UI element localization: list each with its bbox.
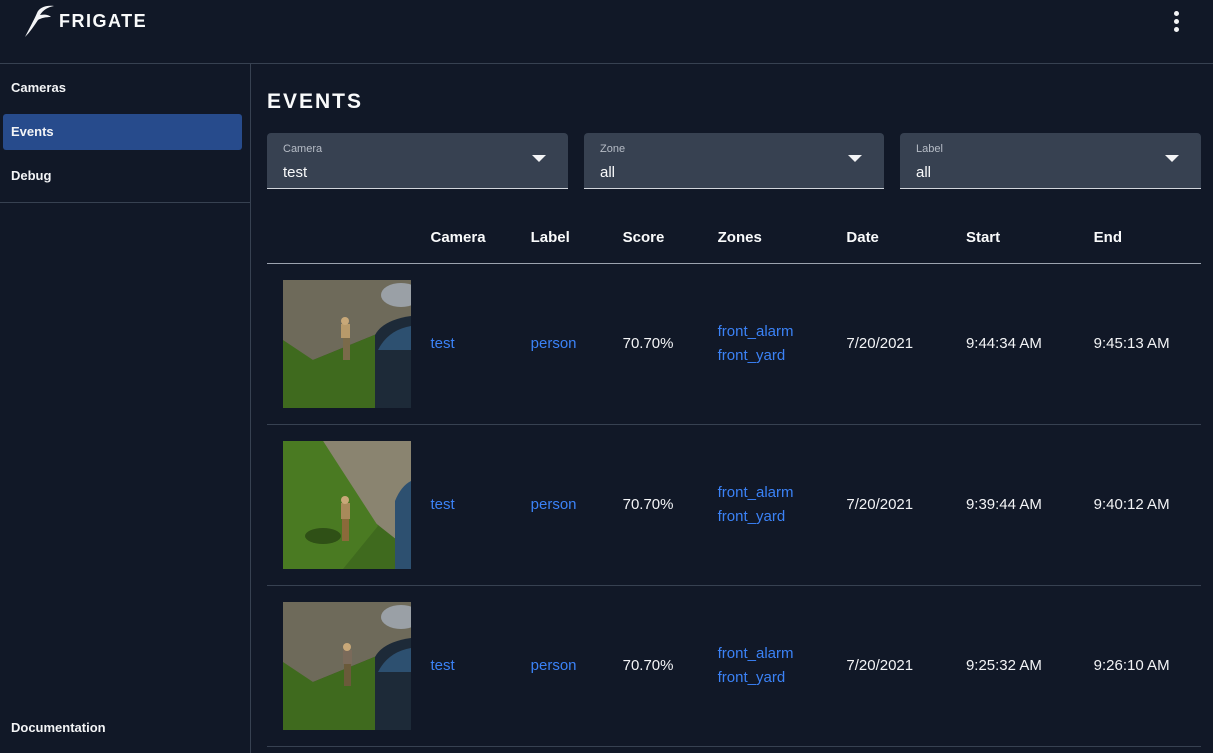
sidebar-divider	[0, 202, 250, 203]
column-header-end: End	[1093, 212, 1201, 264]
column-header-score: Score	[622, 212, 718, 264]
chevron-down-icon	[1165, 155, 1179, 162]
top-bar: FRIGATE	[0, 0, 1213, 64]
label-select[interactable]: Label all	[900, 133, 1201, 189]
event-zone-link[interactable]: front_yard	[718, 666, 847, 690]
event-camera-link[interactable]: test	[431, 335, 455, 352]
sidebar-item-debug[interactable]: Debug	[3, 158, 242, 194]
label-select-label: Label	[916, 143, 943, 155]
thumbnail-cell	[267, 585, 431, 747]
event-camera-link[interactable]: test	[431, 657, 455, 674]
camera-select-value: test	[283, 164, 308, 181]
event-label-link[interactable]: person	[531, 335, 577, 352]
table-header-row: Camera Label Score Zones Date Start End	[267, 212, 1201, 264]
event-label-link[interactable]: person	[531, 657, 577, 674]
chevron-down-icon	[848, 155, 862, 162]
event-score: 70.70%	[622, 424, 718, 586]
column-header-label: Label	[530, 212, 623, 264]
sidebar-item-documentation[interactable]: Documentation	[11, 720, 106, 735]
event-zone-link[interactable]: front_alarm	[718, 642, 847, 666]
event-label-link[interactable]: person	[531, 496, 577, 513]
event-thumbnail[interactable]	[283, 601, 411, 730]
column-header-start: Start	[965, 212, 1094, 264]
event-score: 70.70%	[622, 585, 718, 747]
sidebar-item-cameras[interactable]: Cameras	[3, 70, 242, 106]
event-thumbnail[interactable]	[283, 279, 411, 408]
camera-select[interactable]: Camera test	[267, 133, 568, 189]
chevron-down-icon	[532, 155, 546, 162]
event-thumbnail[interactable]	[283, 440, 411, 569]
more-vertical-icon[interactable]	[1166, 8, 1188, 36]
event-score: 70.70%	[622, 263, 718, 425]
event-date: 7/20/2021	[846, 585, 966, 747]
event-zone-link[interactable]: front_alarm	[718, 320, 847, 344]
event-camera-link[interactable]: test	[431, 496, 455, 513]
table-row[interactable]: test person 70.70% front_alarm front_yar…	[267, 424, 1201, 586]
column-header-camera: Camera	[430, 212, 531, 264]
event-start: 9:39:44 AM	[965, 424, 1094, 586]
event-end: 9:45:13 AM	[1093, 263, 1201, 425]
sidebar-item-events[interactable]: Events	[3, 114, 242, 150]
events-table: Camera Label Score Zones Date Start End	[267, 212, 1201, 747]
event-start: 9:25:32 AM	[965, 585, 1094, 747]
thumbnail-cell	[267, 263, 431, 425]
thumbnail-cell	[267, 424, 431, 586]
column-header-date: Date	[846, 212, 966, 264]
event-date: 7/20/2021	[846, 263, 966, 425]
label-select-value: all	[916, 164, 932, 181]
zone-select-label: Zone	[600, 143, 626, 155]
event-zone-link[interactable]: front_yard	[718, 505, 847, 529]
event-end: 9:26:10 AM	[1093, 585, 1201, 747]
event-zone-link[interactable]: front_yard	[718, 344, 847, 368]
event-end: 9:40:12 AM	[1093, 424, 1201, 586]
sidebar: Cameras Events Debug Documentation	[0, 64, 251, 753]
app-brand: FRIGATE	[59, 11, 148, 31]
event-date: 7/20/2021	[846, 424, 966, 586]
table-row[interactable]: test person 70.70% front_alarm front_yar…	[267, 263, 1201, 425]
table-row[interactable]: test person 70.70% front_alarm front_yar…	[267, 585, 1201, 747]
column-header-thumbnail	[267, 212, 431, 264]
camera-select-label: Camera	[283, 143, 323, 155]
column-header-zones: Zones	[717, 212, 847, 264]
zone-select-value: all	[600, 164, 616, 181]
event-start: 9:44:34 AM	[965, 263, 1094, 425]
zone-select[interactable]: Zone all	[584, 133, 884, 189]
event-zone-link[interactable]: front_alarm	[718, 481, 847, 505]
frigate-bird-icon	[25, 5, 54, 37]
page-title: EVENTS	[267, 90, 364, 113]
